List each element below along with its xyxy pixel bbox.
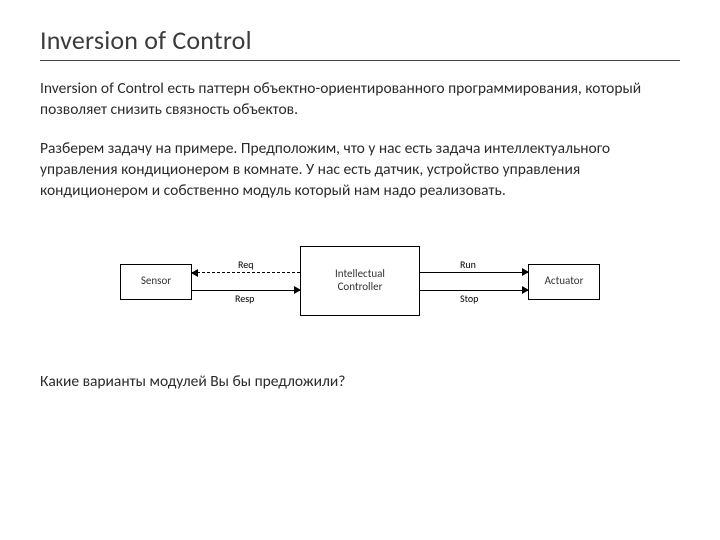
architecture-diagram: Sensor IntellectualController Actuator R… [120,226,600,336]
edge-stop-arrow [420,290,528,291]
node-sensor: Sensor [120,264,192,300]
question-paragraph: Какие варианты модулей Вы бы предложили? [40,372,680,391]
edge-req-label: Req [238,258,253,271]
intro-paragraph-2: Разберем задачу на примере. Предположим,… [40,139,680,202]
node-controller: IntellectualController [300,246,420,316]
node-actuator: Actuator [528,264,600,300]
slide: Inversion of Control Inversion of Contro… [0,0,720,540]
edge-run-arrow [420,272,528,273]
title-underline [40,60,680,61]
edge-resp-arrow [192,290,300,291]
intro-paragraph-1: Inversion of Control есть паттерн объект… [40,79,680,121]
edge-stop-label: Stop [460,292,478,305]
edge-resp-label: Resp [235,292,254,305]
slide-title: Inversion of Control [40,24,680,56]
edge-req-arrow [192,272,300,274]
edge-run-label: Run [460,258,476,271]
